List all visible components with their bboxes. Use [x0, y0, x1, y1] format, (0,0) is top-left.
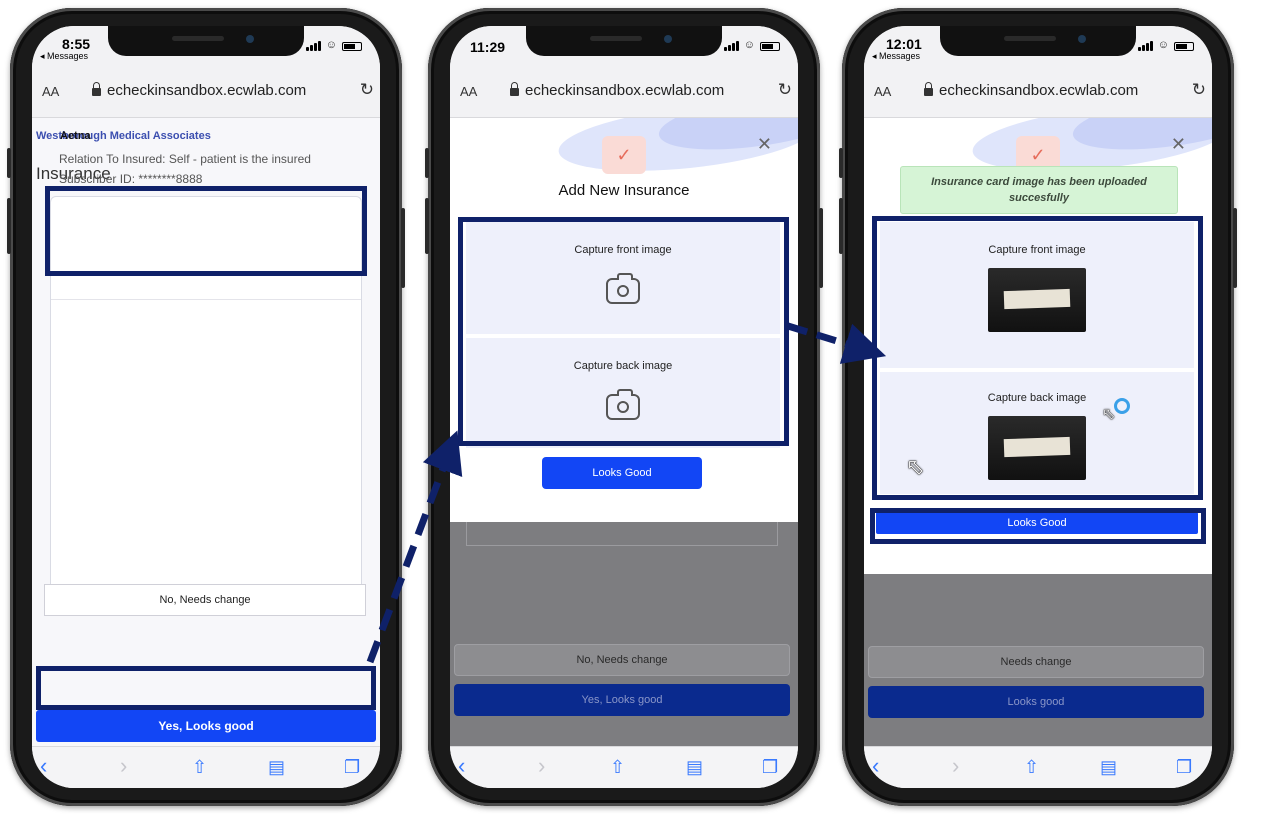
shield-check-icon: ✓: [602, 136, 646, 174]
looks-good-highlight: [870, 508, 1206, 544]
browser-toolbar: ‹ › ⇧ ▤ ❐: [32, 746, 380, 788]
modal-title: Add New Insurance: [558, 182, 690, 199]
battery-icon: [1174, 42, 1194, 51]
back-arrow-icon[interactable]: ‹: [40, 753, 47, 779]
address-bar[interactable]: AA echeckinsandbox.ecwlab.com ↻: [864, 68, 1212, 118]
share-icon[interactable]: ⇧: [1024, 757, 1039, 778]
address-bar[interactable]: AA echeckinsandbox.ecwlab.com ↻: [450, 68, 798, 118]
text-size-button[interactable]: AA: [874, 84, 891, 99]
upload-success-toast: Insurance card image has been uploaded s…: [900, 166, 1178, 214]
wifi-icon: ☺: [325, 39, 337, 51]
reload-icon[interactable]: ↻: [360, 80, 374, 100]
url-text[interactable]: echeckinsandbox.ecwlab.com: [525, 82, 724, 99]
phone-screen-3: 12:01 ◂ Messages ☺ AA echeckinsandbox.ec…: [864, 26, 1212, 788]
text-size-button[interactable]: AA: [460, 84, 477, 99]
clock: 12:01: [886, 36, 922, 52]
battery-icon: [342, 42, 362, 51]
capture-images-highlight: [458, 217, 789, 446]
browser-toolbar: ‹ › ⇧ ▤ ❐: [864, 746, 1212, 788]
signal-icon: [1137, 41, 1153, 51]
text-size-button[interactable]: AA: [42, 84, 59, 99]
tabs-icon[interactable]: ❐: [344, 757, 360, 778]
insurance-name: Aetna: [60, 130, 91, 142]
lock-icon: [924, 82, 933, 96]
relation-to-insured: Relation To Insured: Self - patient is t…: [59, 152, 311, 166]
status-icons: ☺: [723, 39, 780, 51]
address-bar[interactable]: AA echeckinsandbox.ecwlab.com ↻: [32, 68, 380, 118]
clock: 8:55: [62, 36, 91, 52]
close-icon[interactable]: ✕: [757, 134, 772, 155]
yes-looks-good-button[interactable]: Yes, Looks good: [36, 710, 376, 742]
tabs-icon[interactable]: ❐: [762, 757, 778, 778]
phone-frame-step-2: 11:29 ☺ AA echeckinsandbox.ecwlab.com ↻ …: [425, 8, 823, 806]
wifi-icon: ☺: [1157, 39, 1169, 51]
url-text[interactable]: echeckinsandbox.ecwlab.com: [107, 82, 306, 99]
phone-frame-step-3: 12:01 ◂ Messages ☺ AA echeckinsandbox.ec…: [839, 8, 1237, 806]
phone-screen-1: 8:55 ◂ Messages ☺ AA echeckinsandbox.ecw…: [32, 26, 380, 788]
browser-toolbar: ‹ › ⇧ ▤ ❐: [450, 746, 798, 788]
forward-arrow-icon[interactable]: ›: [952, 753, 959, 779]
lock-icon: [92, 82, 101, 96]
subscriber-id: Subscriber ID: ********8888: [59, 172, 203, 186]
back-to-messages-link[interactable]: ◂ Messages: [40, 51, 88, 62]
needs-change-highlight: [36, 666, 376, 710]
signal-icon: [723, 41, 739, 51]
wifi-icon: ☺: [743, 39, 755, 51]
back-to-messages-link[interactable]: ◂ Messages: [872, 51, 920, 62]
forward-arrow-icon[interactable]: ›: [120, 753, 127, 779]
status-icons: ☺: [1137, 39, 1194, 51]
looks-good-background-button: Looks good: [868, 686, 1204, 718]
looks-good-button[interactable]: Looks Good: [542, 457, 702, 489]
reload-icon[interactable]: ↻: [778, 80, 792, 100]
back-arrow-icon[interactable]: ‹: [872, 753, 879, 779]
mouse-cursor-icon: ⬁: [906, 454, 925, 479]
phone-screen-2: 11:29 ☺ AA echeckinsandbox.ecwlab.com ↻ …: [450, 26, 798, 788]
loading-spinner-icon: [1114, 398, 1130, 414]
status-icons: ☺: [305, 39, 362, 51]
yes-looks-good-button: Yes, Looks good: [454, 684, 790, 716]
bookmarks-icon[interactable]: ▤: [268, 757, 285, 778]
no-needs-change-button[interactable]: No, Needs change: [44, 584, 366, 616]
back-arrow-icon[interactable]: ‹: [458, 753, 465, 779]
reload-icon[interactable]: ↻: [1192, 80, 1206, 100]
phone-frame-step-1: 8:55 ◂ Messages ☺ AA echeckinsandbox.ecw…: [7, 8, 405, 806]
share-icon[interactable]: ⇧: [192, 757, 207, 778]
close-icon[interactable]: ✕: [1171, 134, 1186, 155]
insurance-card[interactable]: [45, 186, 367, 276]
lock-icon: [510, 82, 519, 96]
needs-change-button: Needs change: [868, 646, 1204, 678]
signal-icon: [305, 41, 321, 51]
bookmarks-icon[interactable]: ▤: [1100, 757, 1117, 778]
share-icon[interactable]: ⇧: [610, 757, 625, 778]
no-needs-change-button: No, Needs change: [454, 644, 790, 676]
clock: 11:29: [470, 39, 506, 55]
tabs-icon[interactable]: ❐: [1176, 757, 1192, 778]
url-text[interactable]: echeckinsandbox.ecwlab.com: [939, 82, 1138, 99]
forward-arrow-icon[interactable]: ›: [538, 753, 545, 779]
bookmarks-icon[interactable]: ▤: [686, 757, 703, 778]
battery-icon: [760, 42, 780, 51]
